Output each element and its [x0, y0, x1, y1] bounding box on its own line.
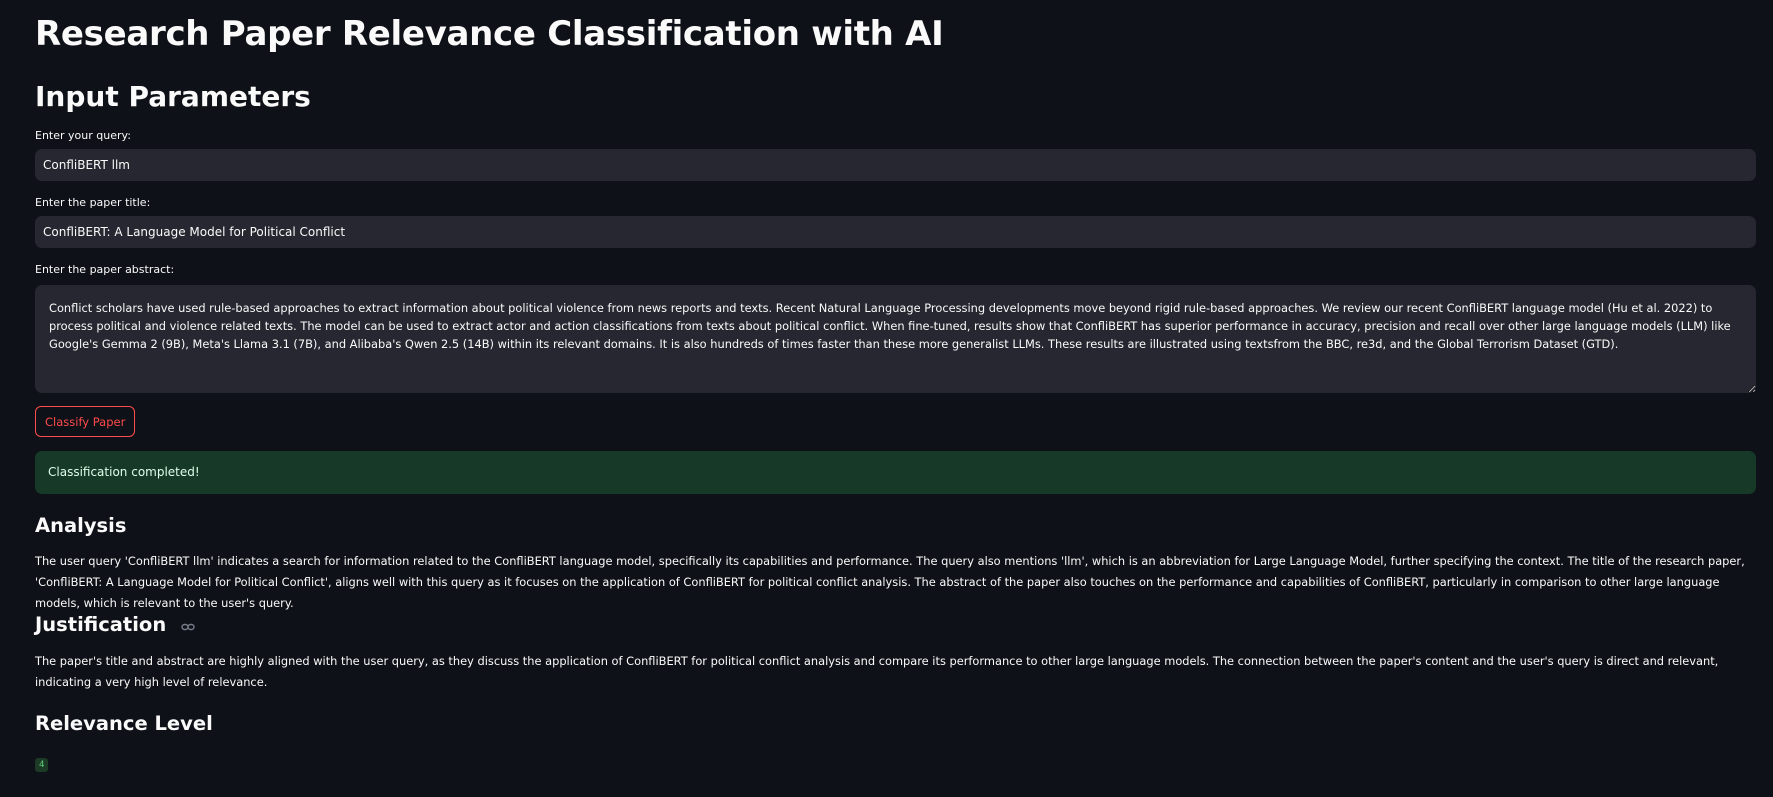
query-label: Enter your query: — [35, 129, 131, 142]
justification-heading: Justification — [35, 613, 195, 637]
analysis-text: The user query 'ConfliBERT llm' indicate… — [35, 554, 1745, 610]
relevance-level-heading-text: Relevance Level — [35, 712, 213, 735]
relevance-level-heading: Relevance Level — [35, 712, 213, 735]
analysis-heading: Analysis — [35, 514, 126, 537]
relevance-level-value: 4 — [35, 758, 49, 772]
abstract-label: Enter the paper abstract: — [35, 263, 175, 276]
query-input[interactable] — [35, 149, 1756, 181]
justification-text: The paper's title and abstract are highl… — [35, 654, 1719, 689]
justification-heading-text: Justification — [35, 613, 167, 636]
app-root: Research Paper Relevance Classification … — [0, 0, 1773, 797]
section-title-input-parameters: Input Parameters — [35, 80, 311, 113]
paper-title-input[interactable] — [35, 216, 1756, 248]
success-message: Classification completed! — [48, 465, 200, 479]
anchor-link-icon[interactable] — [181, 614, 195, 637]
classify-paper-button[interactable]: Classify Paper — [35, 406, 136, 437]
page-title: Research Paper Relevance Classification … — [35, 14, 944, 54]
paper-title-label: Enter the paper title: — [35, 196, 151, 209]
success-alert: Classification completed! — [35, 451, 1756, 494]
analysis-heading-text: Analysis — [35, 514, 127, 537]
abstract-textarea[interactable]: Conflict scholars have used rule-based a… — [35, 285, 1756, 393]
